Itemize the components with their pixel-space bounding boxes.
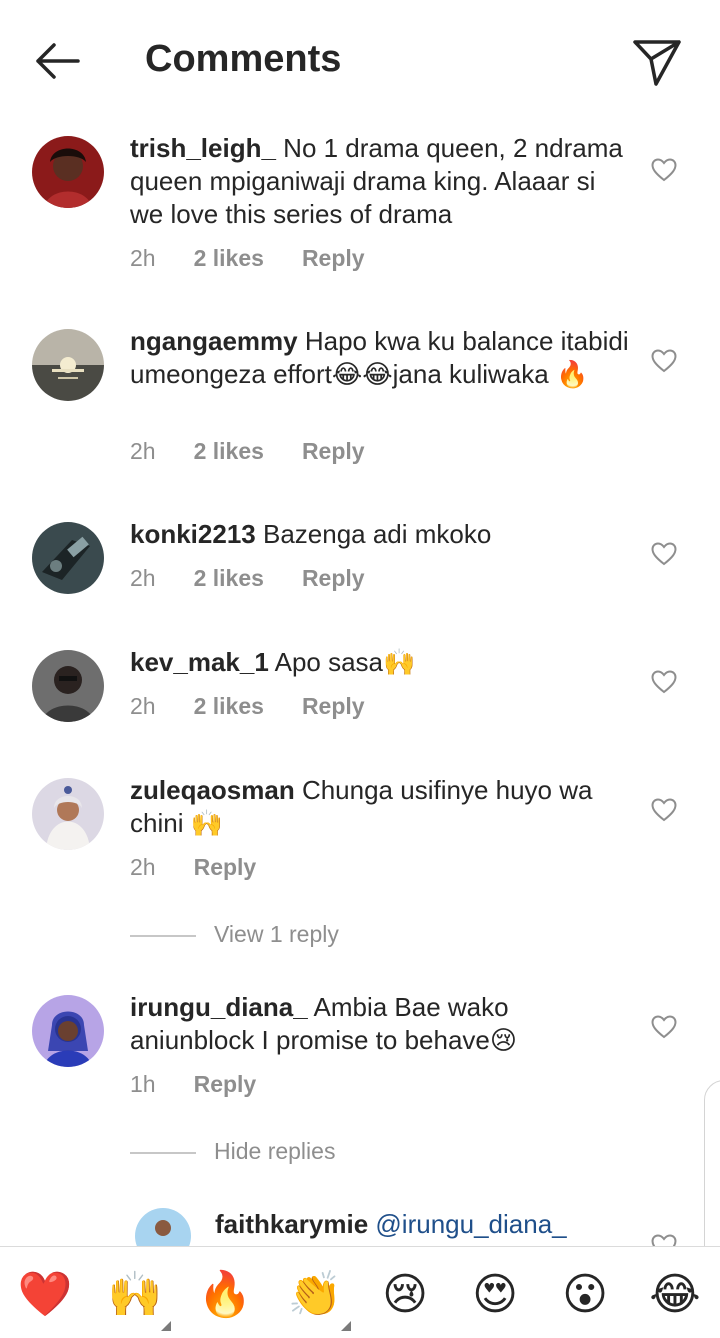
reply-button[interactable]: Reply	[302, 245, 365, 272]
avatar[interactable]	[32, 778, 104, 850]
comment-meta: 2h 2 likes Reply	[130, 693, 365, 720]
reply-button[interactable]: Reply	[302, 693, 365, 720]
heart-icon[interactable]	[651, 798, 677, 822]
heart-icon[interactable]	[651, 349, 677, 373]
comment-likes[interactable]: 2 likes	[194, 438, 264, 465]
share-button[interactable]	[630, 36, 684, 88]
mention-link[interactable]: @irungu_diana_	[368, 1209, 566, 1239]
comment-time: 2h	[130, 693, 156, 719]
hide-replies-label: Hide replies	[214, 1138, 336, 1164]
comment-body: zuleqaosman Chunga usifinye huyo wa chin…	[130, 774, 630, 840]
comment-username[interactable]: zuleqaosman	[130, 775, 295, 805]
avatar[interactable]	[32, 329, 104, 401]
emoji-clapping-hands[interactable]: 👏	[287, 1269, 343, 1321]
arrow-left-icon	[36, 43, 80, 79]
heart-icon[interactable]	[651, 1234, 677, 1246]
comment-time: 2h	[130, 854, 156, 880]
comment-body: trish_leigh_ No 1 drama queen, 2 ndrama …	[130, 132, 630, 231]
header: Comments	[0, 0, 720, 120]
comment-username[interactable]: trish_leigh_	[130, 133, 276, 163]
view-replies-toggle[interactable]: View 1 reply	[130, 921, 430, 951]
comment-username[interactable]: konki2213	[130, 519, 256, 549]
comment-username[interactable]: ngangaemmy	[130, 326, 298, 356]
heart-icon[interactable]	[651, 158, 677, 182]
reply-button[interactable]: Reply	[302, 565, 365, 592]
avatar[interactable]	[32, 522, 104, 594]
comment-text: Bazenga adi mkoko	[255, 519, 492, 549]
heart-icon[interactable]	[651, 1015, 677, 1039]
comment-likes[interactable]: 2 likes	[194, 565, 264, 592]
comment-likes[interactable]: 2 likes	[194, 693, 264, 720]
comment-time: 2h	[130, 438, 156, 464]
emoji-surprised-face[interactable]: 😮	[557, 1269, 613, 1321]
avatar[interactable]	[32, 650, 104, 722]
comment-meta: 2h 2 likes Reply	[130, 245, 365, 272]
avatar[interactable]	[32, 995, 104, 1067]
comment-meta: 2h 2 likes Reply	[130, 438, 365, 465]
comment-text: Apo sasa🙌	[268, 647, 416, 677]
edge-handle[interactable]	[704, 1080, 720, 1270]
view-replies-label: View 1 reply	[214, 921, 339, 947]
reply-button[interactable]: Reply	[194, 1071, 257, 1098]
emoji-raised-hands[interactable]: 🙌	[107, 1269, 163, 1321]
comment-meta: 2h Reply	[130, 854, 256, 881]
page-title: Comments	[145, 38, 342, 80]
paper-plane-icon	[633, 40, 681, 86]
comment-username[interactable]: kev_mak_1	[130, 647, 269, 677]
emoji-tears-of-joy[interactable]: 😂	[647, 1269, 703, 1321]
comment-body: irungu_diana_ Ambia Bae wako aniunblock …	[130, 991, 630, 1057]
emoji-heart[interactable]: ❤️	[17, 1269, 73, 1321]
back-button[interactable]	[30, 38, 84, 84]
emoji-reaction-bar: ❤️ 🙌 🔥 👏 😢 😍 😮 😂	[0, 1246, 720, 1338]
comment-meta: 1h Reply	[130, 1071, 256, 1098]
thread-divider	[130, 1152, 196, 1154]
hide-replies-toggle[interactable]: Hide replies	[130, 1138, 430, 1168]
comment-body: kev_mak_1 Apo sasa🙌	[130, 646, 630, 679]
comment-meta: 2h 2 likes Reply	[130, 565, 365, 592]
reply-button[interactable]: Reply	[194, 854, 257, 881]
reply-button[interactable]: Reply	[302, 438, 365, 465]
emoji-fire[interactable]: 🔥	[197, 1269, 253, 1321]
heart-icon[interactable]	[651, 542, 677, 566]
comment-body: ngangaemmy Hapo kwa ku balance itabidi u…	[130, 325, 630, 391]
comment-username[interactable]: irungu_diana_	[130, 992, 308, 1022]
emoji-crying-face[interactable]: 😢	[377, 1269, 433, 1321]
reply-item: faithkarymie @irungu_diana_	[0, 1208, 720, 1246]
comment-likes[interactable]: 2 likes	[194, 245, 264, 272]
thread-divider	[130, 935, 196, 937]
comment-body: konki2213 Bazenga adi mkoko	[130, 518, 630, 551]
heart-icon[interactable]	[651, 670, 677, 694]
comment-time: 2h	[130, 245, 156, 271]
comment-time: 1h	[130, 1071, 156, 1097]
comment-time: 2h	[130, 565, 156, 591]
comment-body: faithkarymie @irungu_diana_	[215, 1208, 635, 1241]
comment-username[interactable]: faithkarymie	[215, 1209, 368, 1239]
avatar[interactable]	[32, 136, 104, 208]
skin-tone-indicator	[341, 1321, 351, 1331]
emoji-heart-eyes[interactable]: 😍	[467, 1269, 523, 1321]
skin-tone-indicator	[161, 1321, 171, 1331]
avatar[interactable]	[135, 1208, 191, 1246]
